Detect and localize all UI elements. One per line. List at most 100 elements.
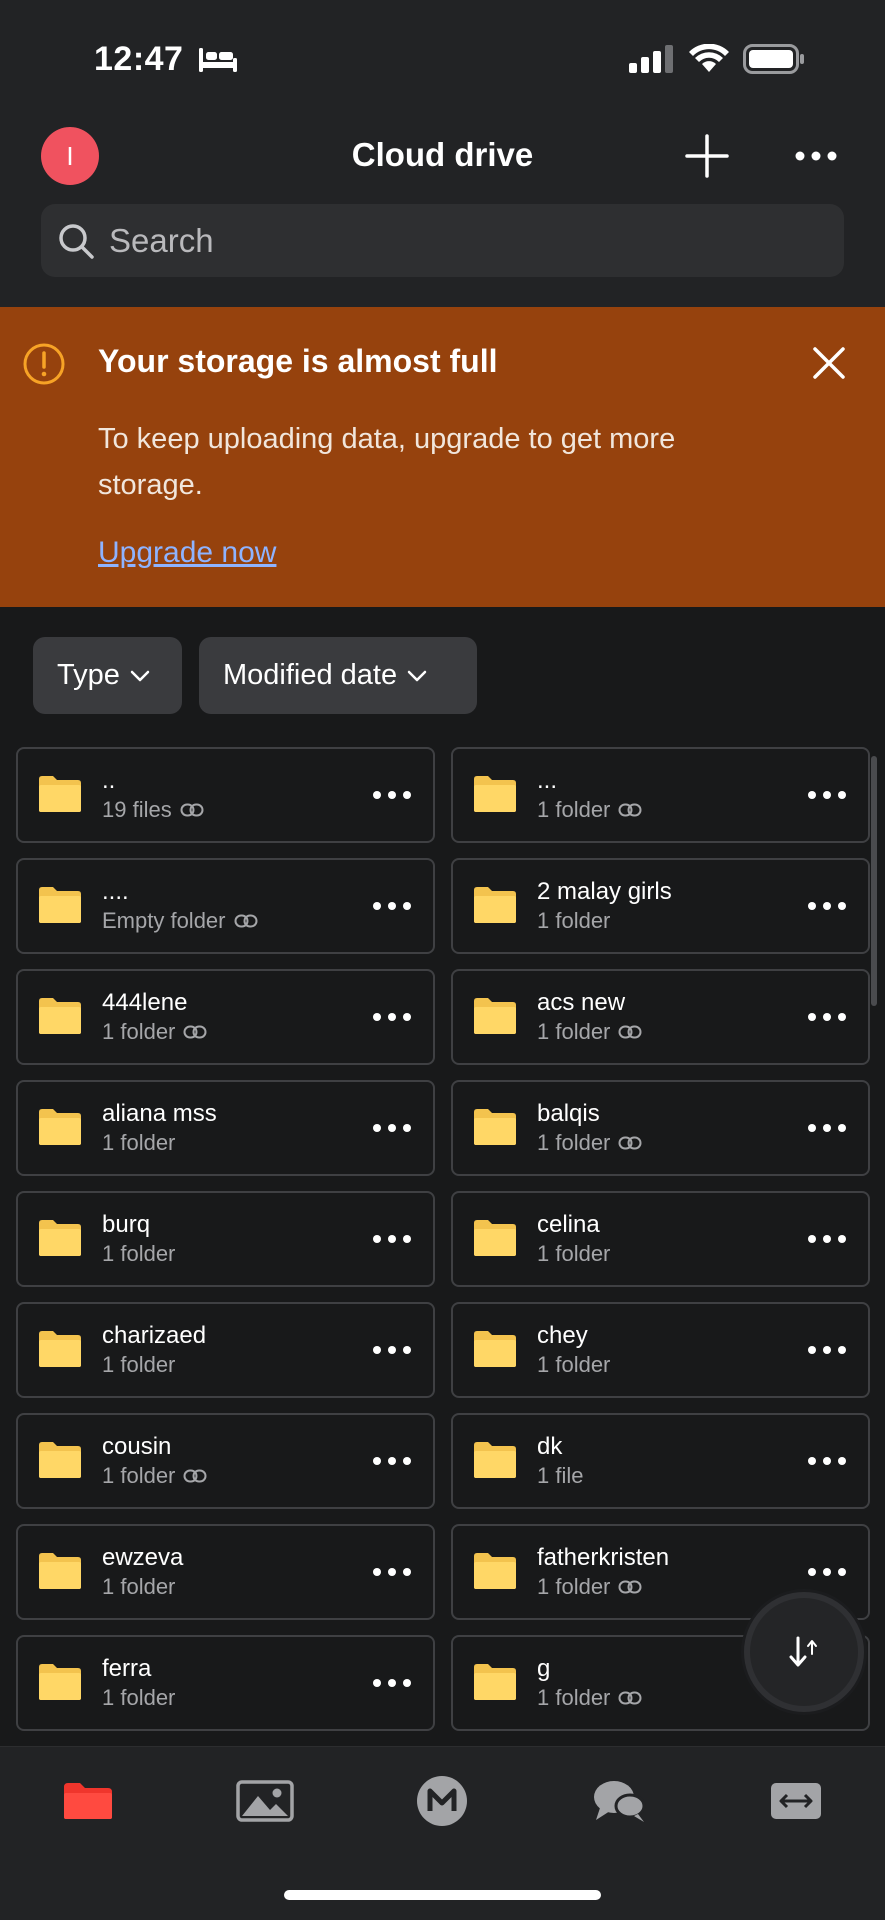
search-icon	[59, 223, 94, 259]
folder-icon	[39, 776, 81, 812]
folder-meta-text: 1 folder	[537, 1019, 611, 1044]
item-more-options-icon[interactable]	[806, 1118, 848, 1138]
folder-item[interactable]: ... 1 folder	[451, 747, 870, 843]
item-more-options-icon[interactable]	[806, 785, 848, 805]
transfers-icon	[771, 1783, 821, 1819]
modified-date-filter[interactable]: Modified date	[199, 637, 477, 714]
sort-arrows-icon	[789, 1636, 817, 1667]
link-icon	[618, 1580, 642, 1594]
folder-meta: 1 folder	[537, 1019, 642, 1045]
folder-item[interactable]: .... Empty folder	[16, 858, 435, 954]
type-filter-label: Type	[57, 659, 120, 691]
folder-icon	[474, 1220, 516, 1256]
folder-meta: 19 files	[102, 797, 204, 823]
item-more-options-icon[interactable]	[806, 1007, 848, 1027]
sleep-focus-icon	[199, 48, 237, 72]
item-more-options-icon[interactable]	[371, 1118, 413, 1138]
folder-meta-text: 1 file	[537, 1463, 584, 1488]
search-bar[interactable]	[41, 204, 844, 277]
folder-meta: 1 folder	[537, 1352, 610, 1378]
folder-name: balqis	[537, 1100, 600, 1127]
folder-item[interactable]: cousin 1 folder	[16, 1413, 435, 1509]
item-more-options-icon[interactable]	[806, 1562, 848, 1582]
folder-item[interactable]: dk 1 file	[451, 1413, 870, 1509]
link-icon	[618, 1025, 642, 1039]
folder-meta: 1 folder	[102, 1574, 175, 1600]
upgrade-now-link[interactable]: Upgrade now	[98, 536, 276, 570]
nav-transfers[interactable]	[766, 1776, 826, 1826]
link-icon	[618, 1136, 642, 1150]
folder-meta: 1 folder	[537, 797, 642, 823]
folder-name: ewzeva	[102, 1544, 184, 1571]
wifi-icon	[689, 44, 729, 72]
close-icon[interactable]	[812, 346, 846, 380]
type-filter[interactable]: Type	[33, 637, 182, 714]
folder-icon	[474, 998, 516, 1034]
item-more-options-icon[interactable]	[371, 896, 413, 916]
folder-meta-text: Empty folder	[102, 908, 226, 933]
folder-item[interactable]: balqis 1 folder	[451, 1080, 870, 1176]
banner-title: Your storage is almost full	[98, 343, 498, 379]
folder-meta-text: 19 files	[102, 797, 172, 822]
folder-name: acs new	[537, 989, 626, 1016]
folder-meta: Empty folder	[102, 908, 258, 934]
folder-meta-text: 1 folder	[102, 1019, 176, 1044]
item-more-options-icon[interactable]	[371, 785, 413, 805]
folder-meta: 1 folder	[102, 1241, 175, 1267]
folder-meta-text: 1 folder	[102, 1463, 176, 1488]
item-more-options-icon[interactable]	[371, 1451, 413, 1471]
page-title: Cloud drive	[351, 136, 534, 173]
nav-mega[interactable]	[412, 1776, 472, 1826]
folder-meta-text: 1 folder	[537, 908, 611, 933]
folder-meta-text: 1 folder	[537, 1241, 611, 1266]
folder-icon	[64, 1783, 112, 1819]
folder-meta-text: 1 folder	[102, 1130, 176, 1155]
folder-item[interactable]: acs new 1 folder	[451, 969, 870, 1065]
folder-icon	[39, 1442, 81, 1478]
item-more-options-icon[interactable]	[371, 1229, 413, 1249]
folder-name: fatherkristen	[537, 1544, 670, 1571]
folder-name: chey	[537, 1322, 588, 1349]
sort-button[interactable]	[744, 1592, 864, 1712]
nav-photos[interactable]	[235, 1776, 295, 1826]
scrollbar[interactable]	[871, 756, 877, 1006]
folder-item[interactable]: celina 1 folder	[451, 1191, 870, 1287]
folder-item[interactable]: burq 1 folder	[16, 1191, 435, 1287]
folder-name: ..	[102, 767, 116, 794]
folder-item[interactable]: aliana mss 1 folder	[16, 1080, 435, 1176]
folder-item[interactable]: 2 malay girls 1 folder	[451, 858, 870, 954]
folder-item[interactable]: .. 19 files	[16, 747, 435, 843]
item-more-options-icon[interactable]	[371, 1340, 413, 1360]
folder-item[interactable]: ewzeva 1 folder	[16, 1524, 435, 1620]
folder-meta: 1 folder	[537, 1130, 642, 1156]
item-more-options-icon[interactable]	[371, 1562, 413, 1582]
item-more-options-icon[interactable]	[806, 1451, 848, 1471]
nav-cloud-drive[interactable]	[58, 1776, 118, 1826]
folder-item[interactable]: charizaed 1 folder	[16, 1302, 435, 1398]
folder-meta: 1 folder	[102, 1019, 207, 1045]
item-more-options-icon[interactable]	[806, 1229, 848, 1249]
nav-chat[interactable]	[589, 1776, 649, 1826]
folder-name: cousin	[102, 1433, 172, 1460]
item-more-options-icon[interactable]	[806, 896, 848, 916]
folder-icon	[39, 1664, 81, 1700]
folder-item[interactable]: 444lene 1 folder	[16, 969, 435, 1065]
folder-icon	[39, 1220, 81, 1256]
more-options-button[interactable]	[792, 140, 840, 172]
add-button[interactable]	[685, 134, 729, 178]
folder-meta: 1 folder	[537, 1685, 642, 1711]
folder-meta: 1 folder	[102, 1685, 175, 1711]
item-more-options-icon[interactable]	[371, 1007, 413, 1027]
chat-icon	[594, 1781, 646, 1822]
item-more-options-icon[interactable]	[371, 1673, 413, 1693]
folder-meta-text: 1 folder	[537, 797, 611, 822]
folder-icon	[474, 887, 516, 923]
folder-item[interactable]: chey 1 folder	[451, 1302, 870, 1398]
search-input[interactable]	[109, 221, 709, 260]
folder-icon	[474, 1553, 516, 1589]
folder-name: g	[537, 1655, 551, 1682]
folder-item[interactable]: ferra 1 folder	[16, 1635, 435, 1731]
warning-icon	[23, 343, 65, 385]
item-more-options-icon[interactable]	[806, 1340, 848, 1360]
folder-name: ferra	[102, 1655, 152, 1682]
